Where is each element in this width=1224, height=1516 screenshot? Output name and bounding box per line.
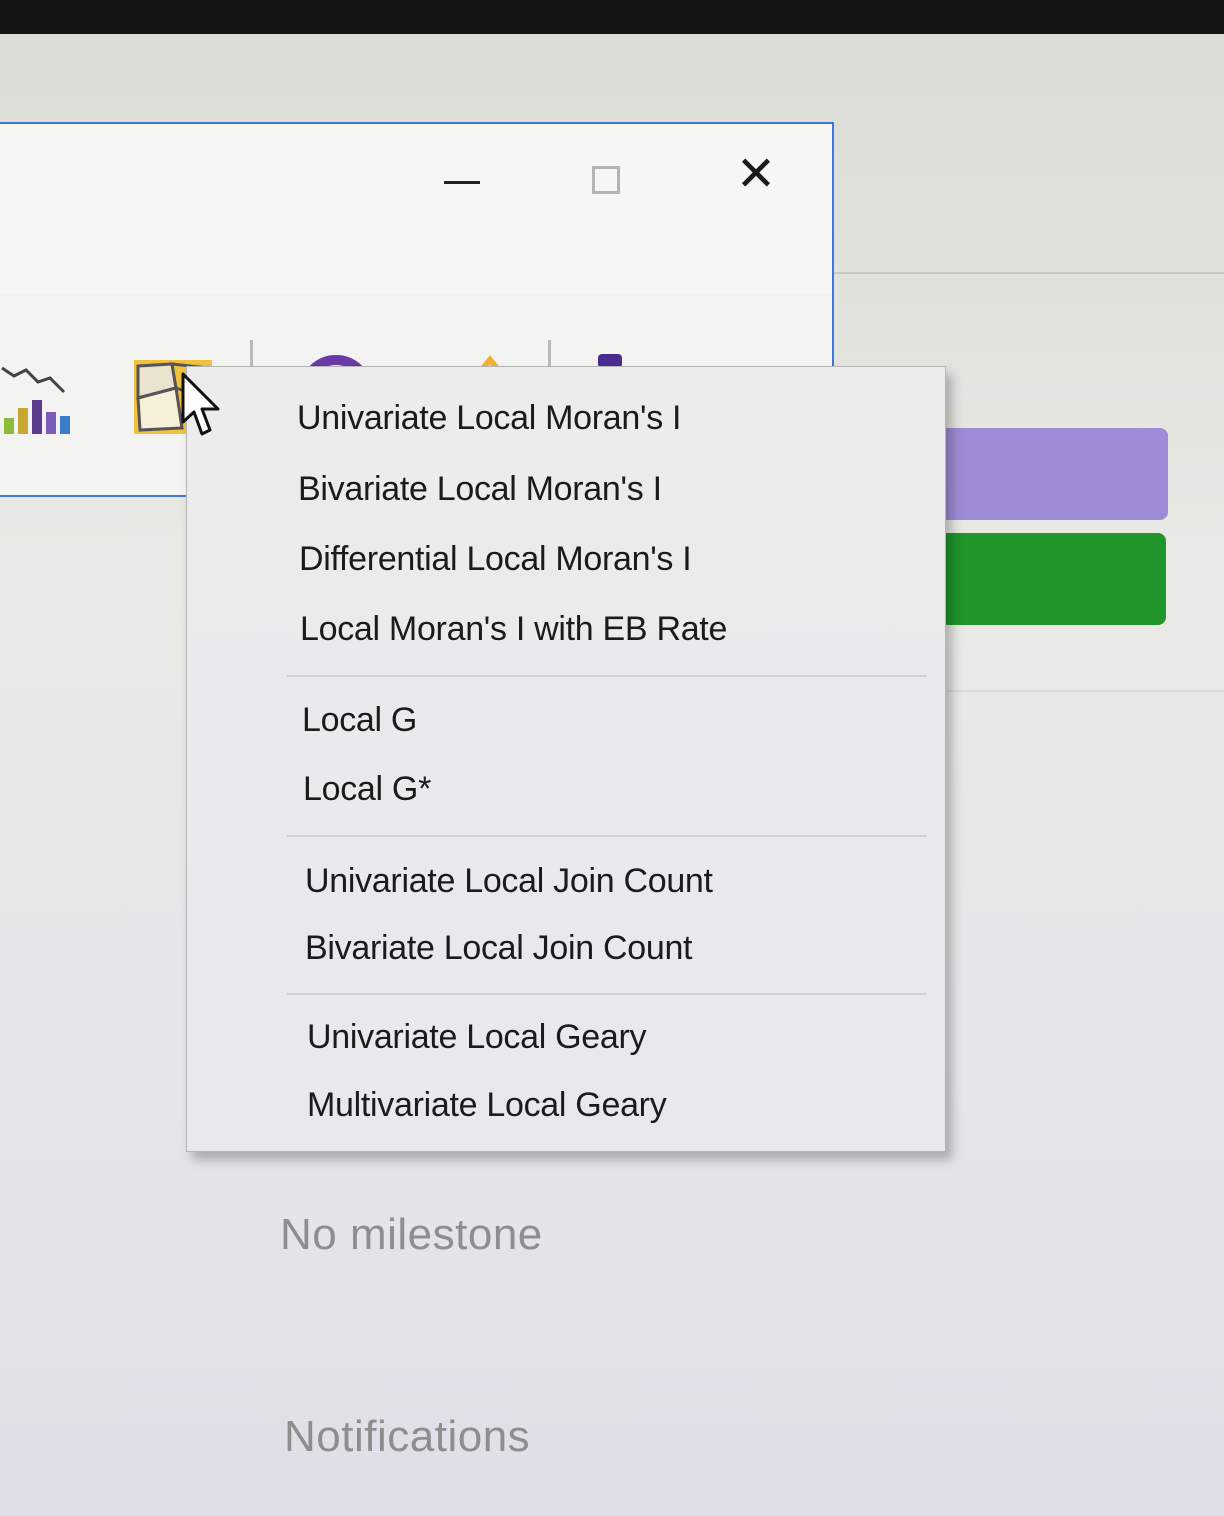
menu-separator: [287, 675, 927, 677]
menu-separator: [287, 993, 927, 995]
menu-item-local-g-star[interactable]: Local G*: [303, 761, 943, 817]
minimize-icon: [444, 180, 480, 184]
label-chip-purple[interactable]: [940, 428, 1168, 520]
menu-item-univariate-local-morans-i[interactable]: Univariate Local Moran's I: [297, 390, 937, 446]
menu-item-bivariate-local-join-count[interactable]: Bivariate Local Join Count: [305, 920, 945, 976]
divider: [940, 690, 1224, 692]
monitor-bezel: [0, 0, 1224, 34]
title-bar: [0, 124, 832, 294]
chart-bar-icon[interactable]: [0, 356, 80, 436]
close-icon: ✕: [735, 146, 777, 202]
menu-item-bivariate-local-morans-i[interactable]: Bivariate Local Moran's I: [298, 461, 938, 517]
menu-separator: [287, 835, 927, 837]
menu-item-local-g[interactable]: Local G: [302, 692, 942, 748]
label-chip-green[interactable]: [940, 533, 1166, 625]
close-button[interactable]: ✕: [726, 144, 786, 204]
menu-item-univariate-local-join-count[interactable]: Univariate Local Join Count: [305, 853, 945, 909]
context-menu: Univariate Local Moran's I Bivariate Loc…: [186, 366, 946, 1152]
maximize-button[interactable]: [576, 150, 636, 210]
minimize-button[interactable]: [432, 152, 492, 212]
menu-item-multivariate-local-geary[interactable]: Multivariate Local Geary: [307, 1077, 947, 1133]
menu-item-local-morans-i-eb-rate[interactable]: Local Moran's I with EB Rate: [300, 601, 940, 657]
menu-item-differential-local-morans-i[interactable]: Differential Local Moran's I: [299, 531, 939, 587]
milestone-text: No milestone: [280, 1210, 543, 1259]
divider: [834, 272, 1224, 274]
notifications-heading: Notifications: [284, 1412, 531, 1461]
menu-item-univariate-local-geary[interactable]: Univariate Local Geary: [307, 1009, 947, 1065]
maximize-icon: [592, 166, 620, 194]
